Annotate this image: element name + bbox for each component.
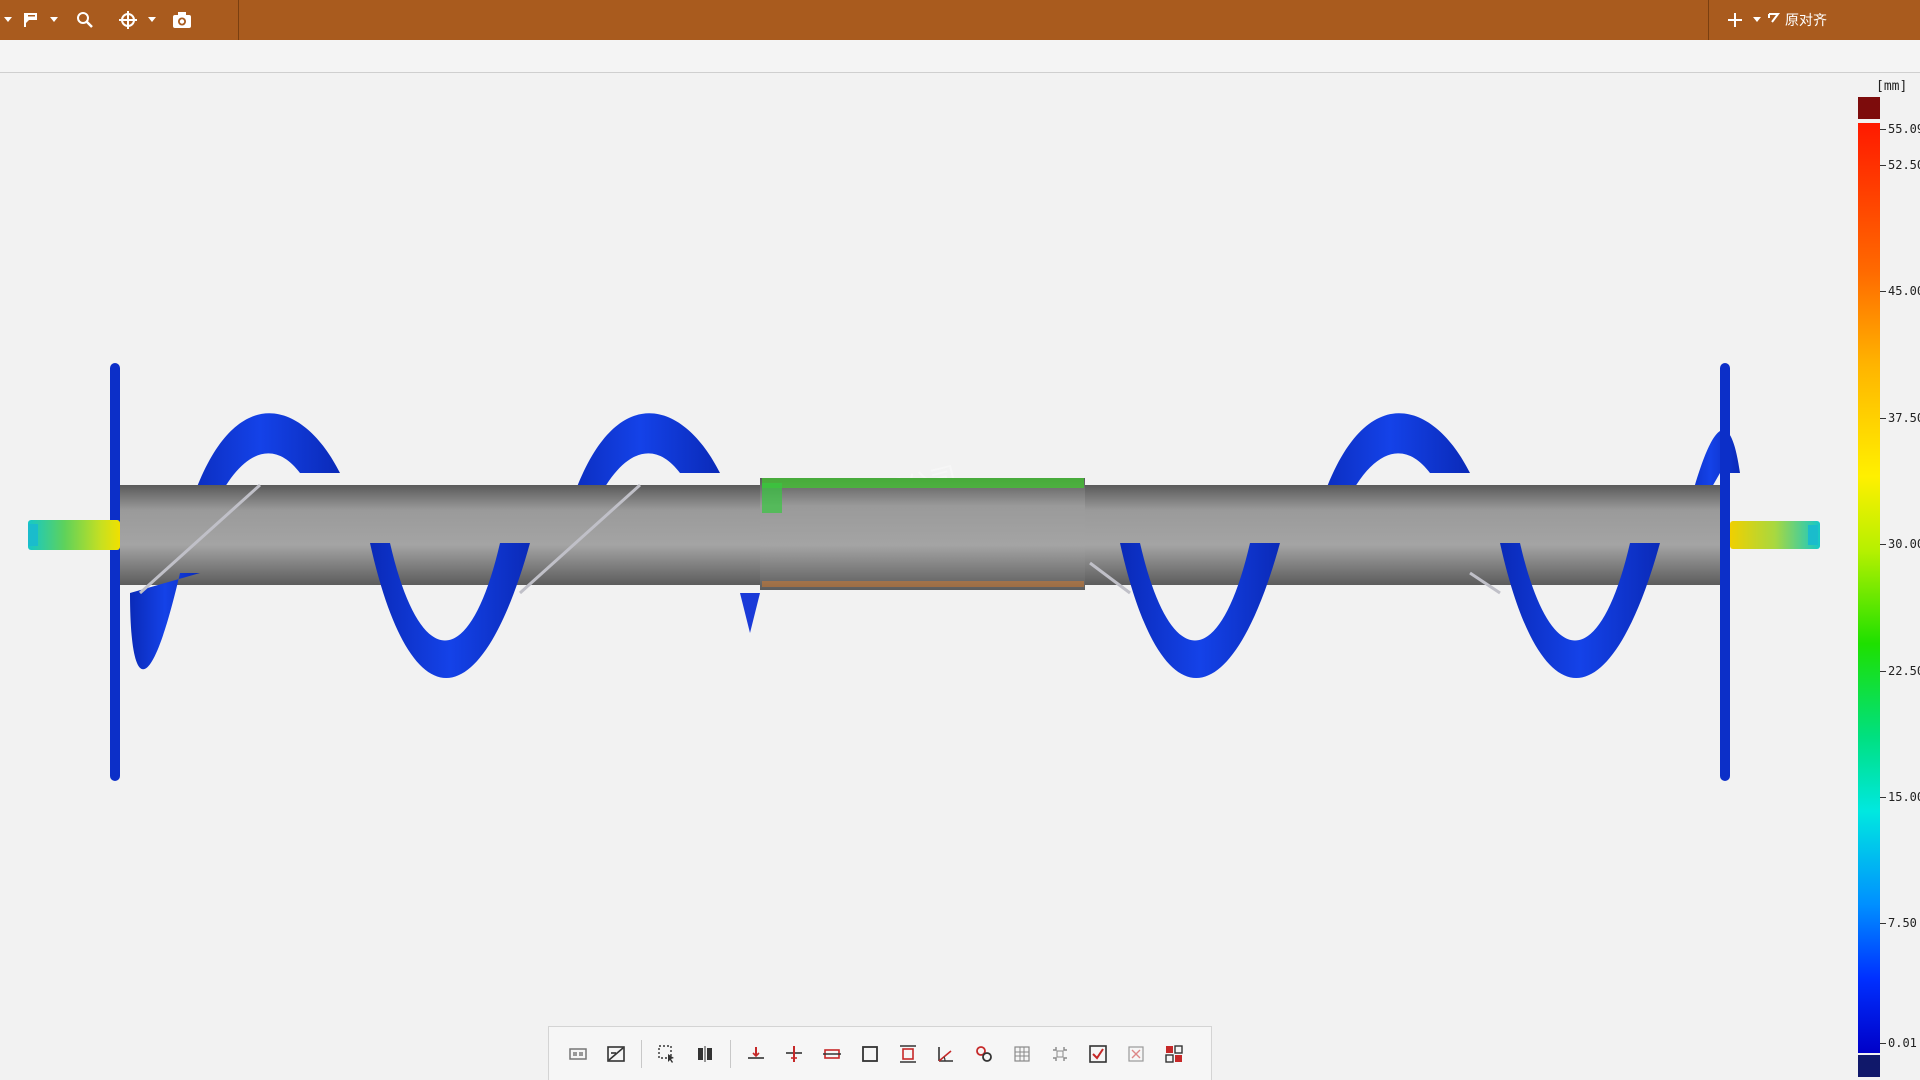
top-toolbar: 原对齐 [0,0,1920,40]
legend-tick [1880,291,1886,292]
align-plane-icon[interactable] [779,1039,809,1069]
dropdown-caret-icon[interactable] [1749,0,1765,40]
left-end-plate [28,363,120,781]
align-axis-icon[interactable] [817,1039,847,1069]
link-icon[interactable] [969,1039,999,1069]
annotation-flag-icon[interactable] [16,0,46,40]
legend-tick [1880,165,1886,166]
group-icon[interactable] [1159,1039,1189,1069]
align-icon [1767,11,1781,30]
legend-unit: [mm] [1876,79,1908,94]
dropdown-caret-icon[interactable] [0,0,16,40]
legend-label: 22.50 [1888,664,1920,678]
align-point-icon[interactable] [741,1039,771,1069]
3d-viewport[interactable]: 诺斯顿测量技术（北京）有限公司 [0,73,1920,1078]
toolbar-left-group [0,0,239,40]
split-icon[interactable] [690,1039,720,1069]
crop-icon[interactable] [1045,1039,1075,1069]
legend-label: 30.00 [1888,537,1920,551]
toolbar-separator [730,1039,731,1068]
angle-icon[interactable] [931,1039,961,1069]
shaft [120,478,1720,590]
legend-under-range-swatch [1858,1055,1880,1077]
plus-icon[interactable] [1721,0,1749,40]
legend-tick [1880,671,1886,672]
deviation-model: 诺斯顿测量技术（北京）有限公司 [28,363,1820,781]
delete-icon[interactable] [1121,1039,1151,1069]
frame-icon[interactable] [855,1039,885,1069]
legend-label: 7.50 [1888,916,1917,930]
fit-frame-icon[interactable] [893,1039,923,1069]
view-mode-icon[interactable] [563,1039,593,1069]
dropdown-caret-icon[interactable] [144,0,160,40]
legend-tick [1880,129,1886,130]
legend-over-range-swatch [1858,97,1880,119]
legend-label: 55.09 [1888,122,1920,136]
secondary-bar [0,40,1920,73]
zoom-icon[interactable] [70,0,100,40]
hide-icon[interactable] [601,1039,631,1069]
legend-label: 0.01 [1888,1036,1917,1050]
bottom-toolbar [548,1026,1212,1080]
camera-icon[interactable] [166,0,198,40]
toolbar-separator [641,1039,642,1068]
toolbar-right-group: 原对齐 [1708,0,1920,40]
navigate-crosshair-icon[interactable] [112,0,144,40]
grid-icon[interactable] [1007,1039,1037,1069]
legend-label: 52.50 [1888,158,1920,172]
legend-label: 45.00 [1888,284,1920,298]
legend-label: 15.00 [1888,790,1920,804]
legend-label: 37.50 [1888,411,1920,425]
check-icon[interactable] [1083,1039,1113,1069]
app-window: 原对齐 [mm] 55.0 52.5 45.0 37.5 30.0 22.5 1… [0,0,1920,1080]
legend-tick [1880,1043,1886,1044]
legend-tick [1880,923,1886,924]
select-icon[interactable] [652,1039,682,1069]
right-end-plate [1720,363,1820,781]
original-align-button[interactable]: 原对齐 [1765,0,1833,40]
legend-gradient-bar [1858,123,1880,1053]
legend-tick [1880,797,1886,798]
dropdown-caret-icon[interactable] [46,0,62,40]
legend-tick [1880,544,1886,545]
align-label: 原对齐 [1785,12,1827,28]
legend-tick [1880,418,1886,419]
deviation-color-legend: [mm] 55.09 52.50 45.00 37.50 30.00 22.50… [1850,73,1920,1078]
